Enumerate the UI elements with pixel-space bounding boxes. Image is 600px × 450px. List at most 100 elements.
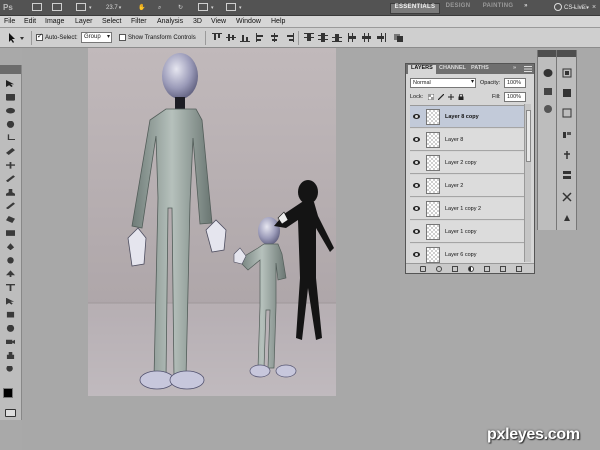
- dock-header[interactable]: [557, 50, 576, 57]
- document-canvas[interactable]: [88, 48, 336, 396]
- lock-all-icon[interactable]: [458, 93, 464, 100]
- screen-mode-button[interactable]: ▾: [226, 2, 242, 14]
- eye-icon[interactable]: [413, 206, 420, 211]
- menu-analysis[interactable]: Analysis: [157, 16, 183, 28]
- brush-tool[interactable]: [3, 173, 18, 184]
- menu-view[interactable]: View: [211, 16, 226, 28]
- panel-menu-icon[interactable]: [524, 66, 532, 72]
- eyedropper-tool[interactable]: [3, 146, 18, 157]
- show-transform-checkbox[interactable]: [119, 34, 126, 41]
- workspace-painting[interactable]: PAINTING: [478, 3, 518, 14]
- blend-mode-select[interactable]: Normal: [410, 78, 476, 88]
- bridge-button[interactable]: [32, 2, 44, 14]
- hand-tool[interactable]: [3, 350, 18, 361]
- crop-tool[interactable]: [3, 132, 18, 143]
- auto-select-target-select[interactable]: Group: [81, 32, 112, 43]
- shape-tool[interactable]: [3, 309, 18, 320]
- mini-bridge-button[interactable]: [52, 2, 64, 14]
- path-selection-tool[interactable]: [3, 296, 18, 307]
- zoom-level-select[interactable]: 23.7▾: [106, 2, 121, 14]
- workspace-design[interactable]: DESIGN: [443, 3, 473, 14]
- tools-panel-header[interactable]: [0, 65, 21, 74]
- history-brush-tool[interactable]: [3, 200, 18, 211]
- layer-row[interactable]: Layer 1 copy: [410, 221, 530, 243]
- foreground-color-swatch[interactable]: [3, 388, 13, 398]
- eye-icon[interactable]: [413, 160, 420, 165]
- distribute-right-icon[interactable]: [376, 33, 386, 42]
- layer-row[interactable]: Layer 6 copy: [410, 244, 530, 263]
- layer-row[interactable]: Layer 8: [410, 129, 530, 151]
- menu-image[interactable]: Image: [45, 16, 64, 28]
- clone-stamp-tool[interactable]: [3, 187, 18, 198]
- menu-edit[interactable]: Edit: [24, 16, 36, 28]
- eye-icon[interactable]: [413, 137, 420, 142]
- healing-brush-tool[interactable]: [3, 160, 18, 171]
- view-extras-button[interactable]: ▾: [76, 2, 92, 14]
- align-horizontal-center-icon[interactable]: [270, 33, 280, 42]
- quick-mask-button[interactable]: [5, 409, 16, 417]
- layers-scrollbar[interactable]: [524, 104, 531, 262]
- adjustment-layer-icon[interactable]: [468, 266, 474, 272]
- layer-row[interactable]: Layer 2 copy: [410, 152, 530, 174]
- quick-selection-tool[interactable]: [3, 119, 18, 130]
- new-layer-icon[interactable]: [500, 266, 506, 272]
- marquee-tool[interactable]: [3, 92, 18, 103]
- menu-layer[interactable]: Layer: [75, 16, 93, 28]
- align-left-icon[interactable]: [256, 33, 266, 42]
- workspace-more-button[interactable]: »: [522, 3, 530, 14]
- swatches-panel-icon[interactable]: [562, 130, 572, 140]
- menu-help[interactable]: Help: [271, 16, 285, 28]
- close-button[interactable]: ×: [590, 3, 598, 13]
- fill-input[interactable]: 100%: [504, 92, 526, 102]
- menu-file[interactable]: File: [4, 16, 15, 28]
- eye-icon[interactable]: [413, 183, 420, 188]
- align-vertical-center-icon[interactable]: [226, 33, 236, 42]
- eye-icon[interactable]: [413, 114, 420, 119]
- maximize-button[interactable]: □: [580, 3, 588, 13]
- eraser-tool[interactable]: [3, 214, 18, 225]
- type-tool[interactable]: [3, 282, 18, 293]
- menu-3d[interactable]: 3D: [193, 16, 202, 28]
- rotate-view-button[interactable]: ↻: [178, 2, 183, 14]
- eye-icon[interactable]: [413, 229, 420, 234]
- zoom-tool[interactable]: [3, 364, 18, 375]
- 3d-rotate-tool[interactable]: [3, 323, 18, 334]
- brush-presets-panel-icon[interactable]: [562, 212, 572, 222]
- lock-transparent-pixels-icon[interactable]: [427, 93, 435, 101]
- hand-tool-button[interactable]: ✋: [138, 2, 145, 14]
- distribute-left-icon[interactable]: [348, 33, 358, 42]
- layer-row[interactable]: Layer 1 copy 2: [410, 198, 530, 220]
- layer-row[interactable]: Layer 8 copy: [410, 106, 530, 128]
- adjustments-panel-icon[interactable]: [543, 104, 553, 114]
- tab-paths[interactable]: PATHS: [468, 65, 492, 74]
- 3d-camera-panel-icon[interactable]: [543, 86, 553, 96]
- layers-scrollbar-thumb[interactable]: [526, 110, 531, 162]
- blur-tool[interactable]: [3, 241, 18, 252]
- minimize-button[interactable]: –: [570, 3, 578, 13]
- gradient-tool[interactable]: [3, 228, 18, 239]
- 3d-camera-tool[interactable]: [3, 336, 18, 347]
- distribute-vertical-center-icon[interactable]: [318, 33, 328, 42]
- auto-select-checkbox[interactable]: [36, 32, 43, 41]
- opacity-input[interactable]: 100%: [504, 78, 526, 88]
- clone-source-panel-icon[interactable]: [562, 150, 572, 160]
- auto-align-layers-icon[interactable]: [394, 33, 404, 42]
- tab-channels[interactable]: CHANNEL: [436, 65, 469, 74]
- distribute-horizontal-center-icon[interactable]: [362, 33, 372, 42]
- align-top-icon[interactable]: [212, 33, 222, 42]
- move-tool[interactable]: [3, 78, 18, 89]
- tool-presets-panel-icon[interactable]: [562, 192, 572, 202]
- actions-panel-icon[interactable]: [562, 88, 572, 98]
- layer-style-icon[interactable]: [436, 266, 442, 272]
- panel-collapse-button[interactable]: »: [510, 65, 519, 74]
- menu-window[interactable]: Window: [236, 16, 261, 28]
- eye-icon[interactable]: [413, 252, 420, 257]
- arrange-documents-button[interactable]: ▾: [198, 2, 214, 14]
- 3d-panel-icon[interactable]: [543, 68, 553, 78]
- menu-select[interactable]: Select: [102, 16, 121, 28]
- lasso-tool[interactable]: [3, 105, 18, 116]
- tab-layers[interactable]: LAYERS: [408, 65, 436, 74]
- add-mask-icon[interactable]: [452, 266, 458, 272]
- tool-preset-picker[interactable]: [6, 32, 28, 44]
- menu-filter[interactable]: Filter: [131, 16, 147, 28]
